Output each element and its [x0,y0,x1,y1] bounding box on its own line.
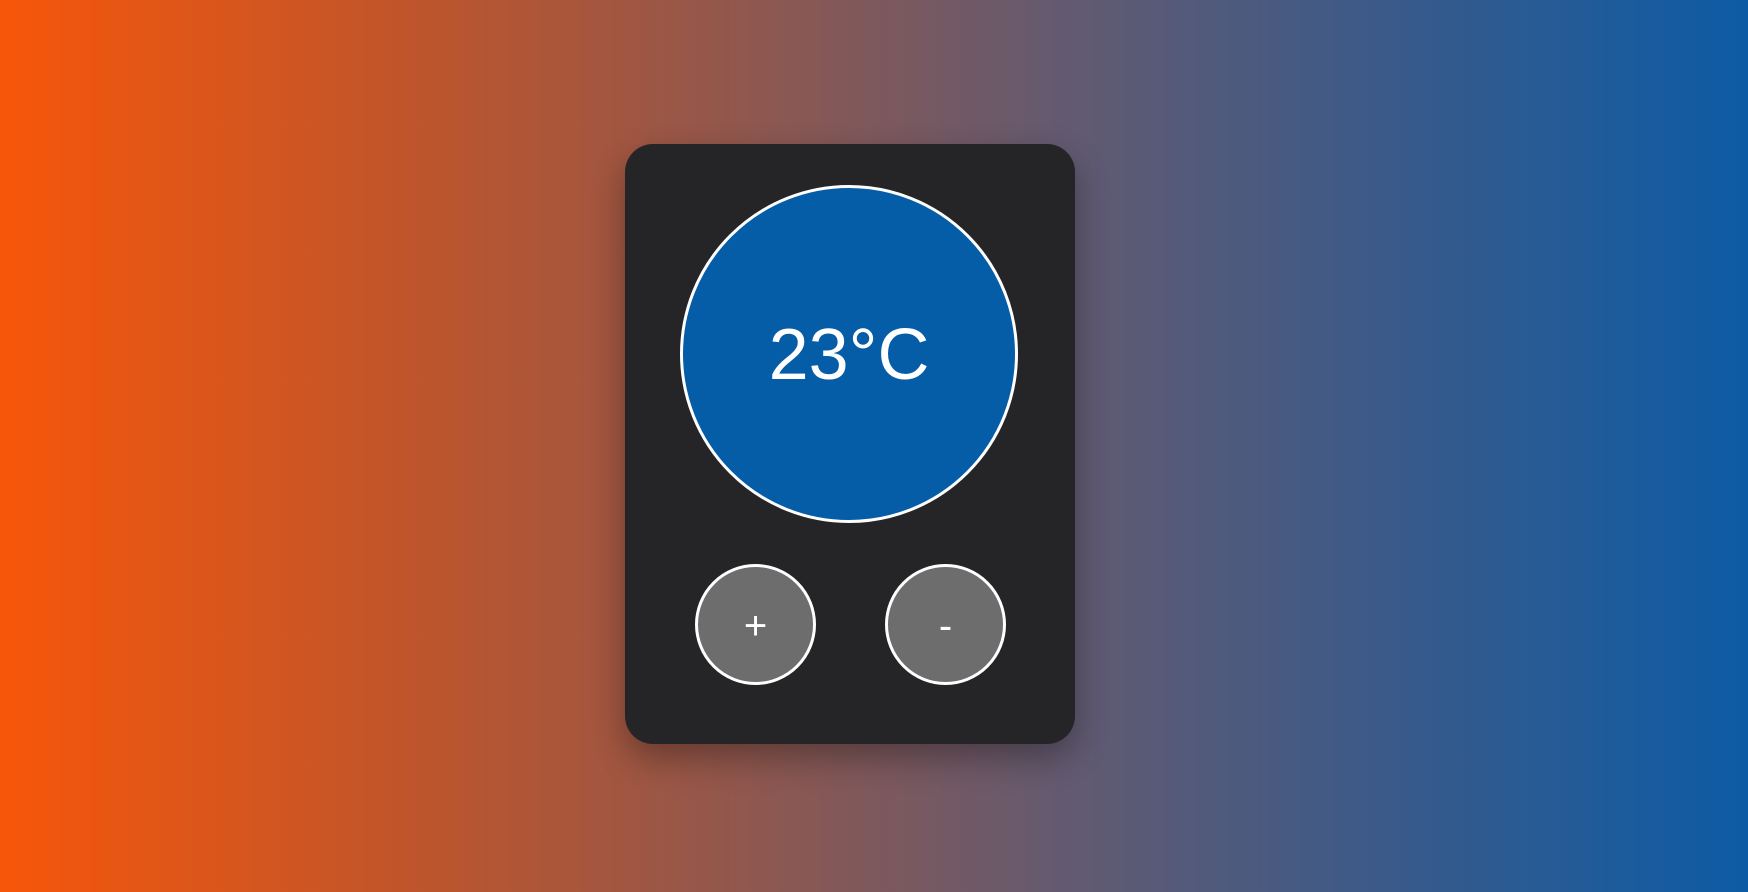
temperature-display: 23°C [680,185,1018,523]
decrease-temperature-button[interactable]: - [885,564,1006,685]
temperature-value: 23°C [768,315,930,395]
increase-temperature-button[interactable]: + [695,564,816,685]
plus-icon: + [743,603,768,648]
minus-icon: - [938,603,953,648]
thermostat-panel: 23°C + - [625,144,1075,744]
